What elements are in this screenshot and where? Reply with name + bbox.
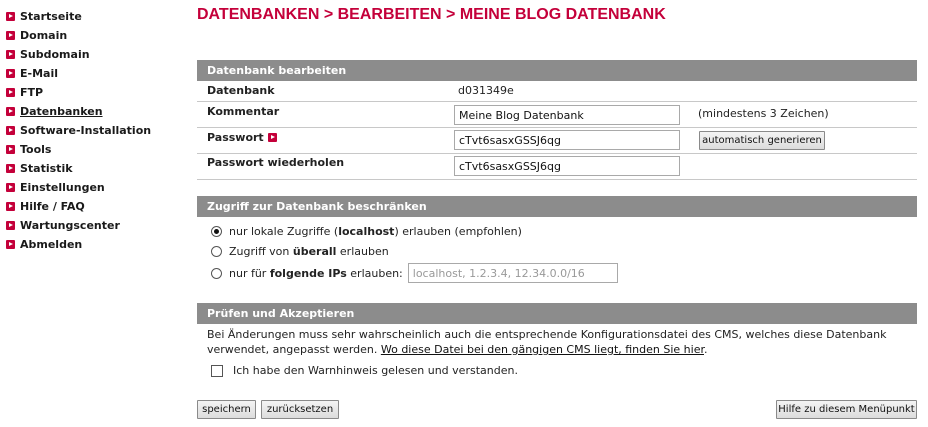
sidebar-item-label: FTP — [20, 86, 44, 99]
radio-label-bold: localhost — [338, 225, 395, 238]
radio-label-text: nur für — [229, 266, 270, 280]
radio-button-everywhere[interactable] — [211, 246, 222, 257]
allowed-ips-input[interactable]: localhost, 1.2.3.4, 12.34.0.0/16 — [407, 263, 618, 283]
database-value: d031349e — [458, 84, 514, 97]
sidebar-item-label: E-Mail — [20, 67, 58, 80]
sidebar-item-tools[interactable]: Tools — [6, 140, 186, 159]
save-button[interactable]: speichern — [197, 400, 256, 419]
row-password-repeat: Passwort wiederholen — [197, 154, 917, 180]
radio-button-ips[interactable] — [211, 267, 222, 279]
radio-label-bold: überall — [292, 245, 337, 258]
sidebar-item-email[interactable]: E-Mail — [6, 64, 186, 83]
radio-label-text: Zugriff von — [229, 245, 293, 258]
arrow-bullet-icon — [6, 221, 15, 230]
sidebar-item-subdomain[interactable]: Subdomain — [6, 45, 186, 64]
sidebar-item-label: Software-Installation — [20, 124, 152, 137]
sidebar-item-label: Datenbanken — [20, 105, 103, 118]
password-label-wrap: Passwort — [207, 131, 277, 144]
sidebar-item-label: Tools — [20, 143, 52, 156]
arrow-bullet-icon — [6, 50, 15, 59]
sidebar-item-wartungscenter[interactable]: Wartungscenter — [6, 216, 186, 235]
accept-warning-checkbox[interactable] — [211, 364, 223, 377]
warning-text: Bei Änderungen muss sehr wahrscheinlich … — [207, 327, 907, 357]
generate-password-button[interactable]: automatisch generieren — [699, 131, 825, 150]
sidebar-item-label: Einstellungen — [20, 181, 105, 194]
arrow-bullet-icon — [6, 31, 15, 40]
row-password: Passwort automatisch generieren — [197, 128, 917, 154]
comment-input[interactable] — [454, 105, 680, 125]
radio-label-everywhere: Zugriff von überall erlauben — [229, 245, 389, 258]
radio-option-ips[interactable]: nur für folgende IPs erlauben: localhost… — [211, 263, 618, 283]
sidebar-item-abmelden[interactable]: Abmelden — [6, 235, 186, 254]
database-label: Datenbank — [207, 84, 275, 97]
sidebar-item-label: Startseite — [20, 10, 82, 23]
reset-button[interactable]: zurücksetzen — [261, 400, 339, 419]
help-menu-button[interactable]: Hilfe zu diesem Menüpunkt — [776, 400, 917, 419]
radio-label-text: nur lokale Zugriffe ( — [229, 225, 339, 238]
arrow-bullet-icon — [6, 107, 15, 116]
page-title: DATENBANKEN > BEARBEITEN > MEINE BLOG DA… — [197, 6, 666, 23]
arrow-bullet-icon — [6, 69, 15, 78]
row-database: Datenbank d031349e — [197, 81, 917, 102]
sidebar-item-software-installation[interactable]: Software-Installation — [6, 121, 186, 140]
radio-label-text: erlauben — [336, 245, 389, 258]
password-label: Passwort — [207, 131, 264, 144]
radio-button-local[interactable] — [211, 226, 222, 237]
sidebar-item-label: Domain — [20, 29, 68, 42]
help-icon[interactable] — [267, 133, 277, 142]
sidebar-item-ftp[interactable]: FTP — [6, 83, 186, 102]
sidebar-item-einstellungen[interactable]: Einstellungen — [6, 178, 186, 197]
sidebar-item-label: Wartungscenter — [20, 219, 120, 232]
arrow-bullet-icon — [6, 126, 15, 135]
warning-end: . — [703, 343, 708, 356]
sidebar-nav: Startseite Domain Subdomain E-Mail FTP D… — [6, 7, 186, 254]
radio-label-ips: nur für folgende IPs erlauben: — [229, 267, 403, 280]
radio-label-local: nur lokale Zugriffe (localhost) erlauben… — [229, 225, 522, 238]
sidebar-item-label: Subdomain — [20, 48, 90, 61]
radio-label-bold: folgende IPs — [269, 266, 347, 280]
sidebar-item-label: Hilfe / FAQ — [20, 200, 85, 213]
sidebar-item-datenbanken[interactable]: Datenbanken — [6, 102, 186, 121]
sidebar-item-startseite[interactable]: Startseite — [6, 7, 186, 26]
section-header-access: Zugriff zur Datenbank beschränken — [197, 196, 917, 217]
sidebar-item-label: Statistik — [20, 162, 73, 175]
password-repeat-input[interactable] — [454, 156, 680, 176]
accept-warning-checkbox-row[interactable]: Ich habe den Warnhinweis gelesen und ver… — [211, 364, 518, 377]
arrow-bullet-icon — [6, 202, 15, 211]
password-input[interactable] — [454, 130, 680, 150]
arrow-bullet-icon — [6, 88, 15, 97]
sidebar-item-label: Abmelden — [20, 238, 83, 251]
radio-option-local[interactable]: nur lokale Zugriffe (localhost) erlauben… — [211, 225, 522, 238]
arrow-bullet-icon — [6, 164, 15, 173]
comment-label: Kommentar — [207, 105, 280, 118]
arrow-bullet-icon — [6, 145, 15, 154]
arrow-bullet-icon — [6, 12, 15, 21]
row-comment: Kommentar (mindestens 3 Zeichen) — [197, 102, 917, 128]
cms-config-link[interactable]: Wo diese Datei bei den gängigen CMS lieg… — [381, 343, 704, 356]
comment-hint: (mindestens 3 Zeichen) — [698, 107, 829, 120]
accept-warning-label: Ich habe den Warnhinweis gelesen und ver… — [233, 364, 518, 377]
radio-label-text: ) erlauben (empfohlen) — [394, 225, 522, 238]
sidebar-item-statistik[interactable]: Statistik — [6, 159, 186, 178]
password-repeat-label: Passwort wiederholen — [207, 156, 345, 169]
arrow-bullet-icon — [6, 183, 15, 192]
sidebar-item-domain[interactable]: Domain — [6, 26, 186, 45]
radio-option-everywhere[interactable]: Zugriff von überall erlauben — [211, 245, 389, 258]
arrow-bullet-icon — [6, 240, 15, 249]
section-header-edit: Datenbank bearbeiten — [197, 60, 917, 81]
section-header-confirm: Prüfen und Akzeptieren — [197, 303, 917, 324]
radio-label-text: erlauben: — [346, 266, 403, 280]
sidebar-item-hilfe-faq[interactable]: Hilfe / FAQ — [6, 197, 186, 216]
